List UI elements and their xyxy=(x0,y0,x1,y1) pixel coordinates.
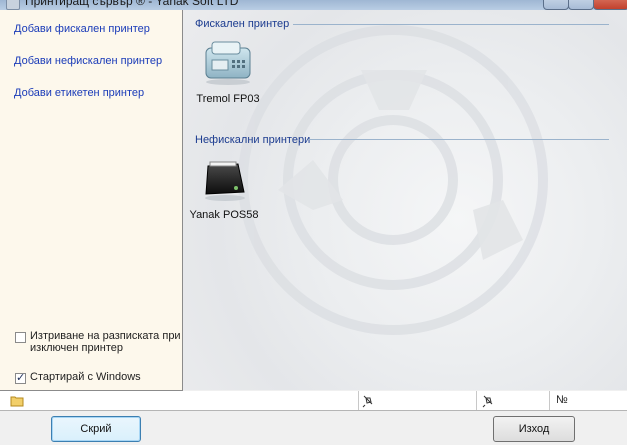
start-with-windows-checkbox[interactable] xyxy=(15,371,26,384)
delete-receipt-checkbox[interactable] xyxy=(15,332,26,343)
fiscal-group-header: Фискален принтер xyxy=(195,18,290,30)
fiscal-group-divider xyxy=(293,24,609,25)
fiscal-printer-icon xyxy=(205,41,251,85)
add-label-printer-link[interactable]: Добави етикетен принтер xyxy=(14,87,144,99)
receipt-printer-icon xyxy=(205,161,245,201)
number-label: № xyxy=(556,394,568,406)
start-with-windows-label: Стартирай с Windows xyxy=(30,371,141,383)
pin-icon xyxy=(362,395,373,408)
hide-button[interactable]: Скрий xyxy=(51,416,141,442)
delete-receipt-label-line2: изключен принтер xyxy=(30,342,123,354)
sidebar: Добави фискален принтер Добави нефискале… xyxy=(0,10,183,391)
delete-receipt-label: Изтриване на разписката при изключен при… xyxy=(30,330,181,354)
start-with-windows-checkbox-row[interactable]: Стартирай с Windows xyxy=(15,371,141,384)
delete-receipt-label-line1: Изтриване на разписката при xyxy=(30,330,181,342)
status-segment-2 xyxy=(476,391,493,410)
close-button[interactable] xyxy=(593,0,627,10)
nonfiscal-group-header: Нефискални принтери xyxy=(195,134,311,146)
delete-receipt-checkbox-row[interactable]: Изтриване на разписката при изключен при… xyxy=(15,330,181,354)
printer-item-yanak-pos58[interactable]: Yanak POS58 xyxy=(189,158,259,221)
add-nonfiscal-printer-link[interactable]: Добави нефискален принтер xyxy=(14,55,162,67)
printer-label-yanak-pos58: Yanak POS58 xyxy=(189,209,259,221)
status-bar: № xyxy=(0,391,627,411)
window-title: Принтиращ сървър ® - Yanak Soft LTD xyxy=(25,0,239,8)
status-segment-3: № xyxy=(549,391,627,410)
status-segment-1 xyxy=(358,391,373,410)
title-bar: Принтиращ сървър ® - Yanak Soft LTD xyxy=(0,0,627,10)
printers-list: Фискален принтер Tremol FP03 Нефискални … xyxy=(183,10,627,390)
printer-item-tremol-fp03[interactable]: Tremol FP03 xyxy=(193,38,263,105)
add-fiscal-printer-link[interactable]: Добави фискален принтер xyxy=(14,23,150,35)
folder-icon xyxy=(10,396,24,407)
maximize-button[interactable] xyxy=(568,0,594,10)
pin-icon xyxy=(482,395,493,408)
nonfiscal-group-divider xyxy=(308,139,609,140)
exit-button[interactable]: Изход xyxy=(493,416,575,442)
app-icon xyxy=(6,0,20,10)
minimize-button[interactable] xyxy=(543,0,569,10)
printer-label-tremol-fp03: Tremol FP03 xyxy=(196,93,260,105)
